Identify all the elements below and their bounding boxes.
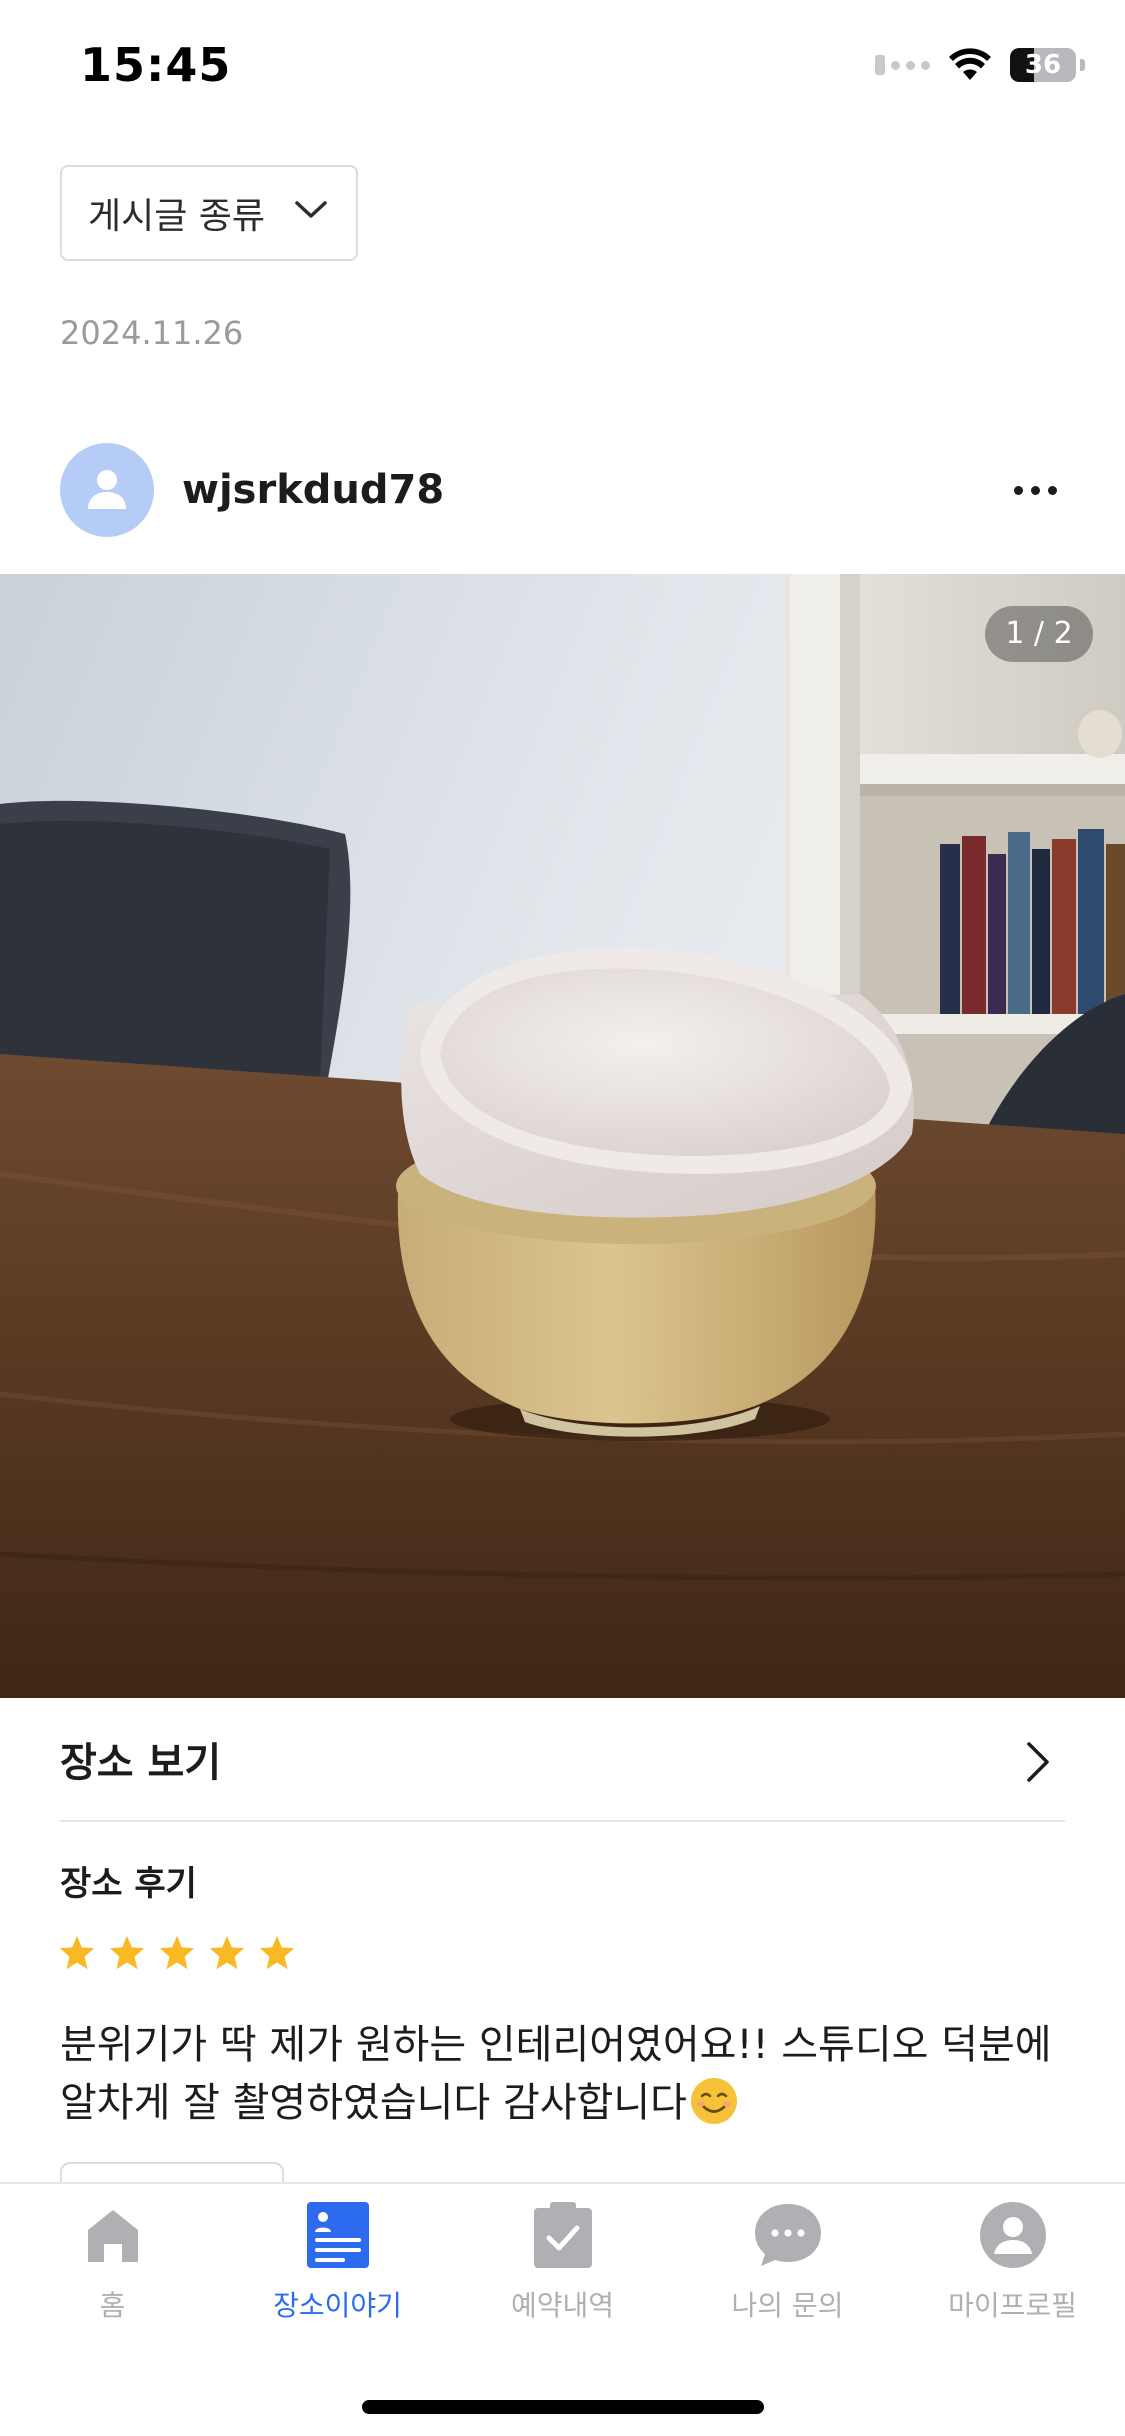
view-place-row[interactable]: 장소 보기 <box>60 1698 1065 1822</box>
tab-reservations-label: 예약내역 <box>510 2289 615 2322</box>
chat-bubble-icon <box>754 2202 821 2268</box>
wifi-icon <box>949 48 991 80</box>
place-story-icon <box>305 2202 371 2268</box>
status-time: 15:45 <box>80 38 232 92</box>
star-icon <box>159 1935 195 1970</box>
battery-percent: 36 <box>1024 50 1062 80</box>
author-username[interactable]: wjsrkdud78 <box>182 467 444 513</box>
chevron-down-icon <box>295 201 327 218</box>
user-icon <box>88 470 126 509</box>
post-type-label: 게시글 종류 <box>88 196 266 237</box>
star-icon <box>209 1935 245 1970</box>
home-icon <box>80 2202 146 2268</box>
profile-icon <box>979 2202 1046 2268</box>
battery-icon: 36 <box>1010 48 1076 82</box>
battery-tip <box>1080 59 1085 71</box>
tab-my-profile[interactable]: 마이프로필 <box>900 2202 1125 2342</box>
tab-home[interactable]: 홈 <box>0 2202 225 2342</box>
smiling-face-emoji-icon <box>690 2078 737 2124</box>
post-date: 2024.11.26 <box>60 314 244 352</box>
tab-reservations[interactable]: 예약내역 <box>450 2202 675 2342</box>
star-icon <box>59 1935 95 1970</box>
status-icons: 36 <box>875 48 1085 82</box>
more-options-button[interactable] <box>1005 466 1065 514</box>
tab-my-inquiries[interactable]: 나의 문의 <box>675 2202 900 2342</box>
image-counter: 1 / 2 <box>985 606 1093 662</box>
chevron-right-icon <box>1027 1742 1049 1782</box>
star-icon <box>259 1935 295 1970</box>
cellular-signal-icon <box>875 55 930 75</box>
review-text-body: 분위기가 딱 제가 원하는 인테리어였어요!! 스튜디오 덕분에 알차게 잘 촬… <box>60 2022 1052 2126</box>
author-row: wjsrkdud78 <box>60 442 1065 538</box>
avatar[interactable] <box>60 443 154 537</box>
tab-place-story-label: 장소이야기 <box>273 2289 402 2322</box>
post-type-dropdown[interactable]: 게시글 종류 <box>60 165 358 261</box>
star-icon <box>109 1935 145 1970</box>
post-photo[interactable]: 1 / 2 <box>0 574 1125 1698</box>
photo-image <box>0 574 1125 1698</box>
tab-place-story[interactable]: 장소이야기 <box>225 2202 450 2342</box>
tab-my-profile-label: 마이프로필 <box>948 2289 1077 2322</box>
status-bar: 15:45 36 <box>0 0 1125 140</box>
home-indicator[interactable] <box>362 2400 764 2414</box>
view-place-label: 장소 보기 <box>60 1740 222 1786</box>
tab-home-label: 홈 <box>99 2289 126 2322</box>
review-title: 장소 후기 <box>60 1864 197 1904</box>
review-text: 분위기가 딱 제가 원하는 인테리어였어요!! 스튜디오 덕분에 알차게 잘 촬… <box>60 2016 1080 2132</box>
clipboard-check-icon <box>530 2202 596 2268</box>
tab-my-inquiries-label: 나의 문의 <box>731 2289 844 2322</box>
bottom-tab-bar: 홈 장소이야기 예약내역 나의 문의 마이프로필 <box>0 2182 1125 2436</box>
more-horizontal-icon <box>1013 485 1023 495</box>
rating-stars <box>58 1934 296 1972</box>
